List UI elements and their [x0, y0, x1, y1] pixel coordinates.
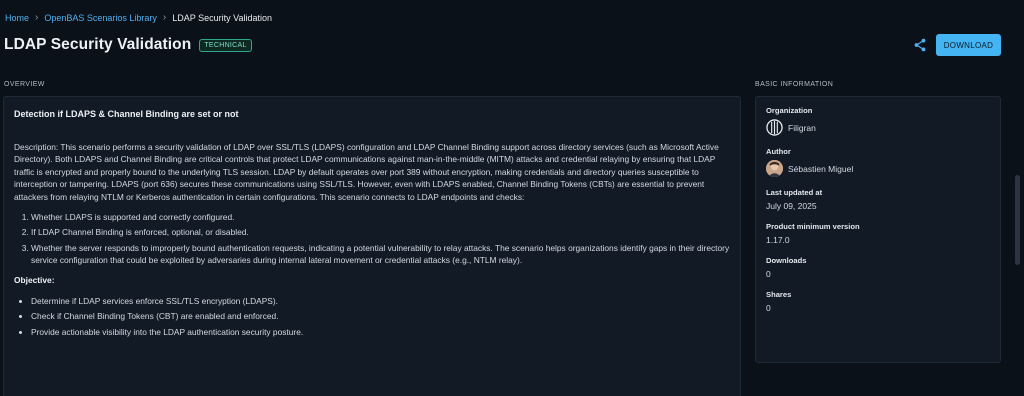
updated-field: Last updated at July 09, 2025 [766, 188, 990, 211]
category-tag: TECHNICAL [199, 38, 252, 52]
organization-field: Organization Filigran [766, 106, 990, 136]
list-item: Whether LDAPS is supported and correctly… [31, 211, 730, 224]
updated-value: July 09, 2025 [766, 201, 817, 211]
organization-name: Filigran [788, 122, 816, 133]
objectives-list: Determine if LDAP services enforce SSL/T… [14, 295, 730, 339]
author-label: Author [766, 147, 791, 156]
version-value: 1.17.0 [766, 235, 790, 245]
breadcrumb-home-link[interactable]: Home [5, 13, 29, 23]
share-icon[interactable] [913, 38, 927, 52]
breadcrumb-current: LDAP Security Validation [172, 12, 272, 23]
list-item: If LDAP Channel Binding is enforced, opt… [31, 226, 730, 239]
breadcrumb-separator: › [35, 12, 39, 23]
organization-label: Organization [766, 106, 813, 115]
breadcrumb-separator: › [162, 12, 167, 23]
organization-value: Filigran [766, 119, 990, 136]
objective-heading: Objective: [14, 274, 55, 285]
title-row: LDAP Security Validation TECHNICAL [4, 36, 252, 54]
basic-info-panel: Organization Filigran Author Sébastien M… [755, 96, 1001, 363]
author-field: Author Sébastien Miguel [766, 147, 990, 177]
breadcrumb: Home › OpenBAS Scenarios Library › LDAP … [5, 12, 272, 23]
shares-value: 0 [766, 303, 771, 313]
version-field: Product minimum version 1.17.0 [766, 222, 990, 245]
version-label: Product minimum version [766, 222, 860, 231]
overview-description: Description: This scenario performs a se… [14, 141, 719, 202]
filigran-logo-icon [766, 119, 783, 136]
overview-heading: Detection if LDAPS & Channel Binding are… [14, 109, 239, 119]
downloads-label: Downloads [766, 256, 807, 265]
page-title: LDAP Security Validation [4, 36, 192, 53]
overview-panel: Detection if LDAPS & Channel Binding are… [3, 96, 741, 396]
basic-info-section-label: BASIC INFORMATION [755, 81, 834, 88]
updated-label: Last updated at [766, 188, 823, 197]
breadcrumb-library-link[interactable]: OpenBAS Scenarios Library [44, 13, 157, 23]
page-scrollbar[interactable] [1015, 175, 1020, 265]
checks-list: Whether LDAPS is supported and correctly… [14, 211, 730, 267]
list-item: Provide actionable visibility into the L… [31, 326, 730, 339]
downloads-field: Downloads 0 [766, 256, 990, 279]
list-item: Whether the server responds to improperl… [31, 242, 730, 267]
author-value: Sébastien Miguel [766, 160, 990, 177]
shares-label: Shares [766, 290, 792, 299]
shares-field: Shares 0 [766, 290, 990, 313]
list-item: Determine if LDAP services enforce SSL/T… [31, 295, 730, 308]
list-item: Check if Channel Binding Tokens (CBT) ar… [31, 310, 730, 323]
avatar [766, 160, 783, 177]
overview-section-label: OVERVIEW [4, 81, 45, 88]
downloads-value: 0 [766, 269, 771, 279]
download-button[interactable]: DOWNLOAD [936, 34, 1001, 56]
author-name: Sébastien Miguel [788, 163, 854, 174]
